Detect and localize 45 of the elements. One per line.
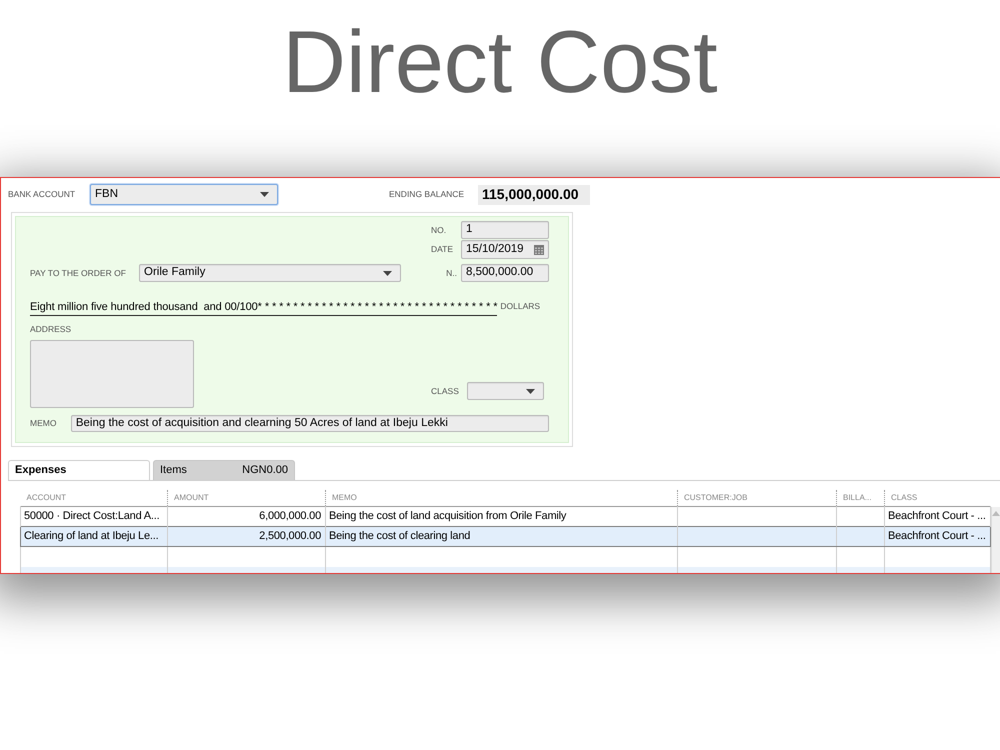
field-label: CLASS	[431, 384, 460, 398]
ending-balance-value: 115,000,000.00	[478, 184, 590, 204]
memo-field[interactable]: Being the cost of acquisition and clearning 50 Acres of land at Ibeju Lekki	[70, 415, 549, 432]
text-field[interactable]: 1	[461, 221, 549, 239]
caret-icon	[383, 270, 392, 276]
table-cell: Beachfront Court - ...	[884, 506, 990, 526]
field-label: BANK ACCOUNT	[8, 188, 76, 201]
column-header[interactable]: BILLA...	[836, 490, 884, 506]
class-dropdown[interactable]	[467, 382, 544, 400]
field-label: N..	[446, 266, 457, 280]
column-header[interactable]: ACCOUNT	[20, 490, 168, 506]
table-cell: 6,000,000.00	[168, 506, 326, 526]
table-cell: Clearing of land at Ibeju Le...	[20, 526, 168, 546]
scrollbar[interactable]	[991, 507, 1000, 573]
table-cell: Being the cost of clearing land	[326, 526, 678, 546]
tab[interactable]: Expenses	[8, 460, 150, 480]
scroll-up-icon[interactable]	[992, 511, 1000, 516]
tab[interactable]: Items NGN0.00	[153, 460, 295, 480]
table-cell: Being the cost of land acquisition from Orile Family	[326, 506, 678, 526]
date-field[interactable]: 15/10/2019	[461, 240, 549, 259]
column-header[interactable]: MEMO	[326, 490, 678, 506]
bank-account-dropdown[interactable]: FBN	[90, 184, 278, 205]
table-cell: Beachfront Court - ...	[884, 526, 990, 546]
field-label: NO.	[431, 224, 448, 236]
column-header[interactable]: AMOUNT	[168, 490, 326, 506]
address-field[interactable]	[30, 340, 194, 408]
field-label: ADDRESS	[30, 324, 72, 334]
amount-field[interactable]: 8,500,000.00	[461, 264, 549, 282]
table-row[interactable]: 50000 · Direct Cost:Land A... 6,000,000.00 Being the cost of land acquisition from Orile Family Beachfront Court - ...	[20, 506, 990, 526]
caret-icon	[260, 192, 269, 197]
field-label: DATE	[431, 243, 454, 256]
caret-icon	[526, 388, 535, 394]
calendar-icon[interactable]	[534, 244, 544, 254]
currency-label: DOLLARS	[500, 300, 540, 313]
field-label: MEMO	[30, 417, 58, 430]
payee-dropdown[interactable]: Orile Family	[139, 264, 401, 282]
table-cell: 2,500,000.00	[168, 526, 326, 546]
table-row[interactable]: Clearing of land at Ibeju Le... 2,500,000.00 Being the cost of clearing land Beachfront Court - ...	[20, 526, 990, 546]
field-label: ENDING BALANCE	[389, 188, 466, 201]
field-label: PAY TO THE ORDER OF	[30, 266, 127, 280]
column-header[interactable]: CUSTOMER:JOB	[678, 490, 836, 506]
table-cell: 50000 · Direct Cost:Land A...	[20, 506, 168, 526]
page-title: Direct Cost	[281, 18, 719, 106]
amount-in-words: Eight million five hundred thousand and 00/100* * * * * * * * * * * * * * * * * * * * * * * * * * * * * * * * * *	[30, 300, 498, 316]
column-header[interactable]: CLASS	[884, 490, 990, 506]
